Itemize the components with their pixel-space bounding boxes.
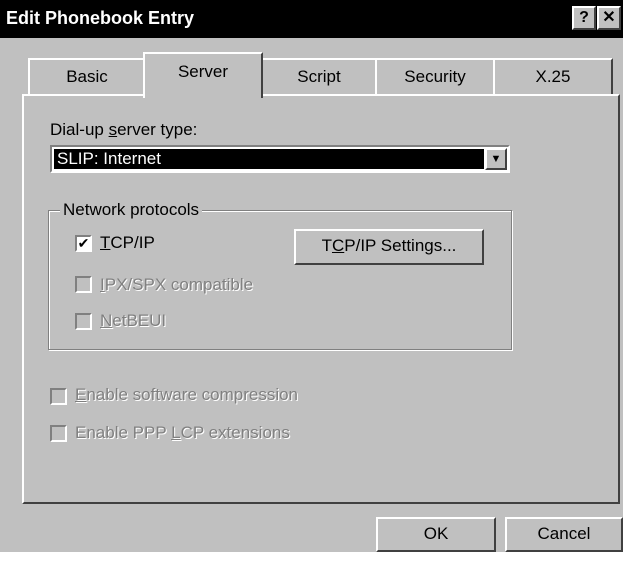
tcpip-settings-button[interactable]: TCP/IP Settings... [294, 229, 484, 265]
server-type-label: Dial-up server type: [50, 120, 198, 139]
server-type-select[interactable]: SLIP: Internet ▼ [50, 145, 510, 173]
server-type-value: SLIP: Internet [54, 149, 484, 169]
close-button[interactable]: ✕ [597, 6, 621, 30]
tcpip-label: TCP/IP [100, 233, 155, 252]
ppp-lcp-checkbox[interactable] [50, 425, 67, 442]
chevron-down-icon: ▼ [490, 153, 502, 165]
ipx-spx-checkbox[interactable] [75, 276, 92, 293]
title-bar: Edit Phonebook Entry ? ✕ [0, 0, 623, 38]
tcpip-checkbox[interactable]: ✔ [75, 235, 92, 252]
tab-basic[interactable]: Basic [28, 58, 146, 96]
ipx-spx-label: IPX/SPX compatible [100, 275, 254, 294]
tab-server-label: Server [177, 62, 229, 81]
help-icon: ? [579, 9, 589, 26]
cancel-label: Cancel [537, 524, 591, 543]
dialog-window: Edit Phonebook Entry ? ✕ Basic Server Sc… [0, 0, 623, 552]
netbeui-checkbox[interactable] [75, 313, 92, 330]
tab-security[interactable]: Security [375, 58, 495, 96]
software-compression-checkbox[interactable] [50, 388, 67, 405]
help-button[interactable]: ? [572, 6, 596, 30]
close-icon: ✕ [602, 9, 616, 26]
ok-label: OK [423, 524, 449, 543]
software-compression-label: Enable software compression [75, 385, 299, 404]
window-title: Edit Phonebook Entry [6, 8, 195, 28]
tab-x25[interactable]: X.25 [493, 58, 613, 96]
checkmark-icon: ✔ [77, 235, 90, 251]
netbeui-label: NetBEUI [100, 311, 167, 330]
tab-security-label: Security [404, 67, 466, 86]
tab-script[interactable]: Script [261, 58, 377, 96]
tab-server[interactable]: Server [143, 52, 263, 98]
network-protocols-legend: Network protocols [60, 200, 203, 220]
tab-basic-label: Basic [66, 67, 108, 86]
ppp-lcp-label: Enable PPP LCP extensions [75, 423, 290, 442]
ok-button[interactable]: OK [376, 517, 496, 552]
dropdown-button[interactable]: ▼ [485, 148, 507, 170]
tab-script-label: Script [297, 67, 341, 86]
cancel-button[interactable]: Cancel [505, 517, 623, 552]
tab-x25-label: X.25 [535, 67, 571, 86]
